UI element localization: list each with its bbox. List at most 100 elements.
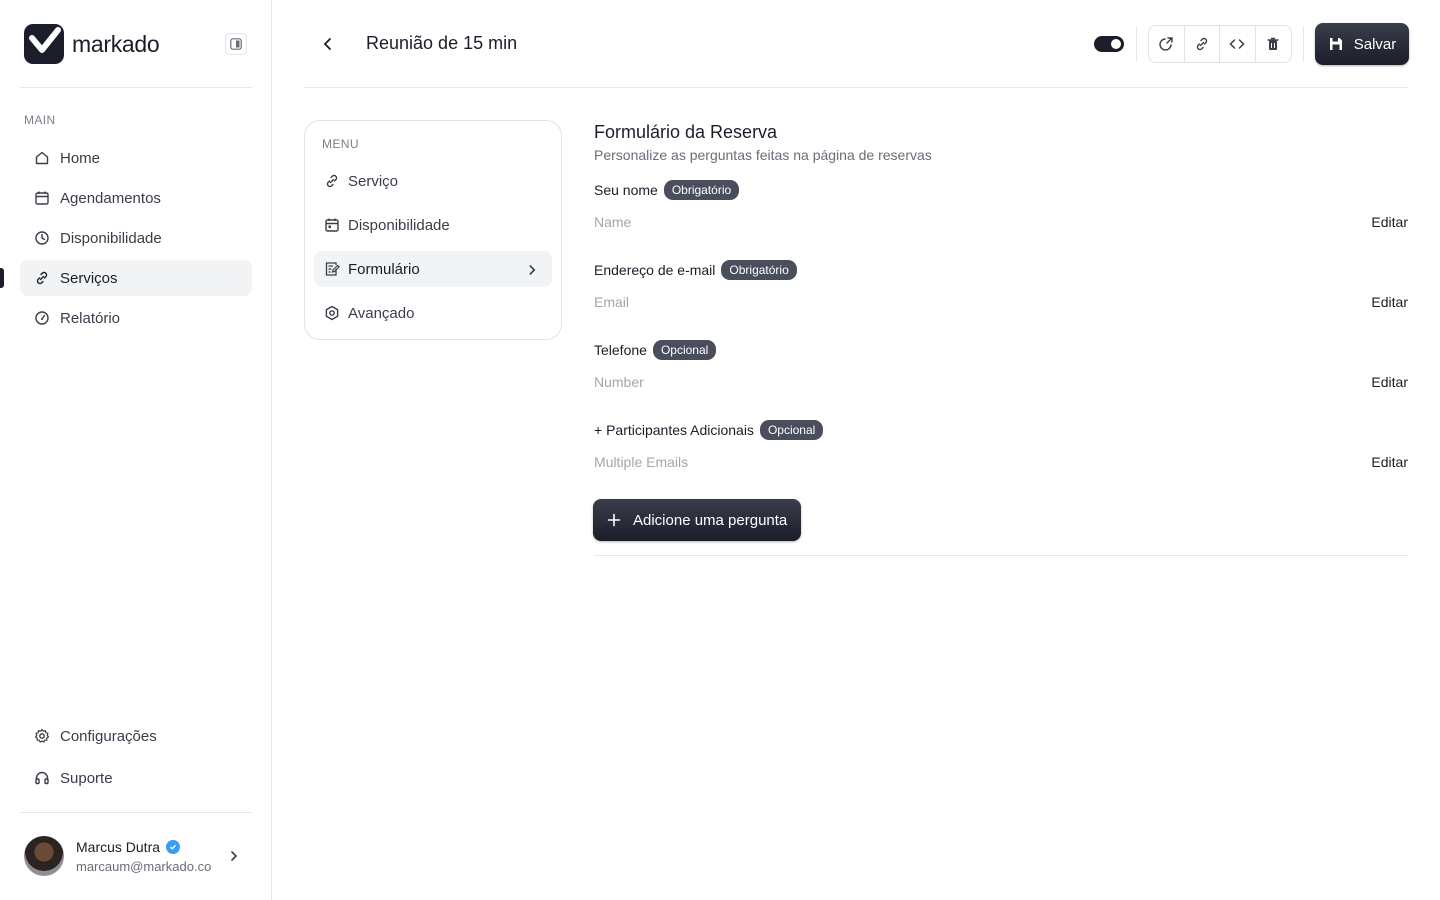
sidebar-item-configuracoes[interactable]: Configurações (20, 718, 252, 754)
field-label-row: + Participantes Adicionais Opcional (594, 420, 824, 440)
sidebar-item-home[interactable]: Home (20, 140, 252, 176)
menu-item-label: Serviço (348, 172, 399, 190)
header-divider (304, 87, 1408, 88)
copy-link-button[interactable] (1185, 26, 1220, 62)
verified-icon (166, 839, 181, 854)
embed-code-button[interactable] (1220, 26, 1256, 62)
form-title: Formulário da Reserva (594, 122, 778, 142)
field-type: Name (594, 214, 632, 230)
sidebar-item-label: Configurações (60, 727, 157, 745)
calendar-icon (325, 218, 339, 232)
user-name-row: Marcus Dutra (76, 839, 211, 855)
home-icon (35, 151, 49, 165)
link-icon (36, 271, 48, 285)
edit-field-button[interactable]: Editar (1371, 374, 1408, 390)
sidebar-item-label: Suporte (60, 769, 113, 787)
field-type: Number (594, 374, 644, 390)
chevron-right-icon (231, 851, 238, 861)
plus-icon (607, 513, 621, 527)
calendar-icon (35, 191, 49, 205)
sidebar-item-label: Serviços (60, 269, 118, 287)
clock-icon (35, 231, 49, 245)
brand-logo[interactable]: markado (24, 24, 160, 64)
save-button[interactable]: Salvar (1315, 23, 1409, 65)
field-label: Seu nome (594, 182, 658, 198)
sidebar-item-label: Disponibilidade (60, 229, 162, 247)
page-header: Reunião de 15 min Salvar (304, 22, 1409, 66)
form-icon (325, 262, 340, 276)
gear-icon (34, 728, 50, 743)
user-profile[interactable]: Marcus Dutra marcaum@markado.co (24, 836, 248, 876)
menu-section-label: MENU (322, 137, 359, 151)
external-link-icon (1159, 37, 1173, 51)
menu-item-formulario[interactable]: Formulário (314, 251, 552, 287)
save-button-label: Salvar (1353, 35, 1397, 53)
edit-field-button[interactable]: Editar (1371, 214, 1408, 230)
add-question-label: Adicione uma pergunta (633, 511, 788, 529)
sidebar-divider (20, 812, 252, 813)
sidebar-panel-icon (230, 38, 242, 50)
field-label-row: Seu nome Obrigatório (594, 180, 740, 200)
menu-item-label: Avançado (348, 304, 415, 322)
sidebar-item-label: Agendamentos (60, 189, 161, 207)
form-field-guests: + Participantes Adicionais Opcional Mult… (594, 420, 1408, 500)
markado-logo-icon (24, 24, 64, 64)
menu-item-label: Disponibilidade (348, 216, 450, 234)
sidebar-item-disponibilidade[interactable]: Disponibilidade (20, 220, 252, 256)
sidebar-bottom-nav: Configurações Suporte (20, 718, 252, 802)
open-preview-button[interactable] (1149, 26, 1185, 62)
code-icon (1229, 39, 1245, 49)
service-toggle[interactable] (1094, 36, 1124, 52)
chevron-right-icon (529, 265, 536, 275)
collapse-sidebar-button[interactable] (225, 33, 247, 55)
sidebar-item-suporte[interactable]: Suporte (20, 760, 252, 796)
form-divider (594, 555, 1408, 556)
menu-item-avancado[interactable]: Avançado (314, 295, 552, 331)
status-badge: Obrigatório (663, 180, 740, 200)
user-email: marcaum@markado.co (76, 858, 212, 874)
add-question-button[interactable]: Adicione uma pergunta (593, 499, 801, 541)
edit-field-button[interactable]: Editar (1371, 454, 1408, 470)
sidebar-item-agendamentos[interactable]: Agendamentos (20, 180, 252, 216)
sidebar-item-label: Home (60, 149, 101, 167)
form-field-phone: Telefone Opcional Number Editar (594, 340, 1408, 420)
sidebar-item-relatorio[interactable]: Relatório (20, 300, 252, 336)
field-label-row: Endereço de e-mail Obrigatório (594, 260, 797, 280)
settings-hex-icon (325, 305, 339, 321)
gauge-icon (35, 311, 49, 325)
menu-item-label: Formulário (348, 260, 420, 278)
header-separator (1303, 26, 1304, 62)
active-nav-indicator (0, 268, 4, 288)
menu-item-disponibilidade[interactable]: Disponibilidade (314, 207, 552, 243)
field-label-row: Telefone Opcional (594, 340, 717, 360)
user-info: Marcus Dutra marcaum@markado.co (76, 839, 211, 874)
app-window: markado MAIN Home Agendamentos Disponibi… (0, 0, 1440, 900)
floppy-disk-icon (1329, 38, 1342, 50)
delete-button[interactable] (1256, 26, 1291, 62)
brand-name: markado (72, 30, 160, 57)
link-icon (1196, 37, 1207, 51)
field-type: Multiple Emails (594, 454, 689, 470)
form-subtitle: Personalize as perguntas feitas na págin… (594, 147, 932, 163)
status-badge: Obrigatório (721, 260, 797, 280)
link-icon (326, 174, 338, 188)
edit-field-button[interactable]: Editar (1371, 294, 1408, 310)
field-label: Endereço de e-mail (594, 262, 716, 278)
avatar (24, 836, 64, 876)
sidebar: markado MAIN Home Agendamentos Disponibi… (0, 0, 272, 900)
sidebar-item-servicos[interactable]: Serviços (20, 260, 252, 296)
field-type: Email (594, 294, 630, 310)
back-button[interactable] (316, 32, 340, 56)
status-badge: Opcional (652, 340, 717, 360)
form-field-email: Endereço de e-mail Obrigatório Email Edi… (594, 260, 1408, 340)
field-label: Telefone (594, 342, 647, 358)
booking-form-section: Formulário da Reserva Personalize as per… (593, 120, 1408, 556)
user-name: Marcus Dutra (76, 838, 161, 855)
sidebar-nav: Home Agendamentos Disponibilidade Serviç… (20, 140, 252, 340)
headphones-icon (35, 771, 49, 785)
menu-item-servico[interactable]: Serviço (314, 163, 552, 199)
page-title: Reunião de 15 min (366, 33, 518, 53)
menu-list: Serviço Disponibilidade Formulário Avanç… (314, 163, 552, 339)
form-fields: Seu nome Obrigatório Name Editar Endereç… (594, 180, 1408, 500)
sidebar-section-label: MAIN (24, 113, 56, 127)
